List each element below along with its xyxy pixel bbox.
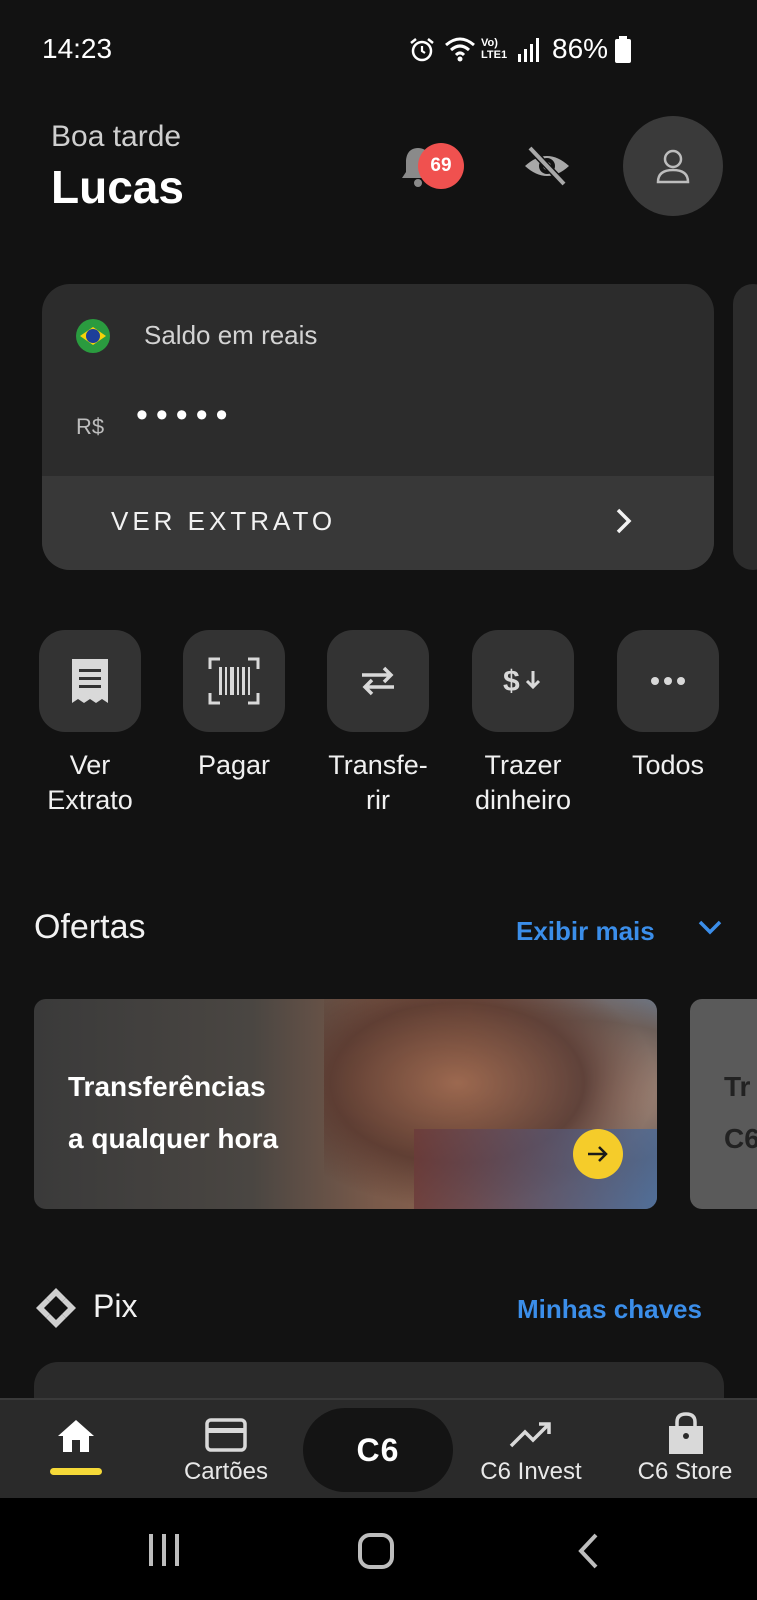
trending-up-icon xyxy=(509,1422,551,1448)
my-keys-link[interactable]: Minhas chaves xyxy=(517,1294,702,1325)
status-bar: 14:23 Vo) LTE1 86% xyxy=(0,0,757,100)
quick-action-bring-money[interactable]: $ Trazer dinheiro xyxy=(472,630,574,815)
balance-label: Saldo em reais xyxy=(144,320,318,350)
nav-cards[interactable]: Cartões xyxy=(170,1400,282,1500)
battery-icon xyxy=(615,36,631,63)
alarm-icon xyxy=(410,38,434,62)
back-icon[interactable] xyxy=(576,1532,600,1570)
shopping-bag-icon xyxy=(669,1412,703,1454)
greeting: Boa tarde xyxy=(51,120,182,153)
show-more-link[interactable]: Exibir mais xyxy=(516,916,655,947)
quick-action-pay-label: Pagar xyxy=(197,750,271,780)
offer-text: Transferências a qualquer hora xyxy=(68,1061,278,1165)
nav-invest-label: C6 Invest xyxy=(480,1458,582,1485)
user-icon xyxy=(656,149,690,184)
view-statement-label: VER EXTRATO xyxy=(111,506,337,536)
recent-apps-icon[interactable] xyxy=(147,1532,181,1568)
transfer-arrows-icon xyxy=(362,666,394,696)
battery-percent: 86% xyxy=(552,33,609,64)
eye-off-icon xyxy=(525,145,569,187)
quick-action-all-label: Todos xyxy=(631,750,705,780)
more-dots-icon xyxy=(651,677,685,685)
offers-title: Ofertas xyxy=(34,908,146,946)
offer-card-transfers[interactable]: Transferências a qualquer hora xyxy=(34,999,657,1209)
quick-action-transfer[interactable]: Transfe- rir xyxy=(327,630,429,815)
signal-icon xyxy=(518,38,539,62)
dollar-in-icon: $ xyxy=(503,665,541,698)
balance-card: Saldo em reais R$ ••••• VER EXTRATO xyxy=(42,284,714,570)
nav-store-label: C6 Store xyxy=(637,1458,733,1485)
nav-invest[interactable]: C6 Invest xyxy=(466,1400,596,1500)
balance-summary: Saldo em reais R$ ••••• xyxy=(42,284,714,476)
chevron-right-icon xyxy=(616,508,632,534)
offer-next-line2: C6 xyxy=(724,1123,757,1154)
pix-title: Pix xyxy=(93,1288,138,1324)
nav-c6-button[interactable]: C6 xyxy=(303,1408,453,1492)
wifi-icon xyxy=(445,37,475,62)
receipt-icon xyxy=(72,659,108,703)
active-tab-indicator xyxy=(50,1468,102,1475)
home-button-icon[interactable] xyxy=(357,1532,395,1570)
quick-action-pay[interactable]: Pagar xyxy=(183,630,285,780)
card-icon xyxy=(205,1418,247,1452)
arrow-right-icon xyxy=(588,1146,608,1162)
offer-card-next[interactable]: Tr C6 xyxy=(690,999,757,1209)
bottom-nav: Cartões C6 C6 Invest C6 Store xyxy=(0,1398,757,1498)
currency-symbol: R$ xyxy=(76,414,105,439)
hide-balance-button[interactable] xyxy=(522,144,572,188)
offer-go-button[interactable] xyxy=(573,1129,623,1179)
quick-action-statement[interactable]: Ver Extrato xyxy=(39,630,141,815)
network-type: Vo) LTE1 xyxy=(481,37,508,61)
quick-action-all[interactable]: Todos xyxy=(617,630,719,780)
system-nav-bar xyxy=(0,1498,757,1600)
svg-text:$: $ xyxy=(503,665,520,698)
nav-store[interactable]: C6 Store xyxy=(620,1400,750,1500)
home-icon xyxy=(58,1420,94,1452)
brazil-flag-icon xyxy=(76,319,110,353)
offer-text-line2: a qualquer hora xyxy=(68,1123,279,1154)
quick-action-transfer-label: Transfe- rir xyxy=(328,750,428,815)
offer-text-line1: Transferências xyxy=(68,1071,266,1102)
masked-balance: ••••• xyxy=(136,396,236,434)
offer-next-line1: Tr xyxy=(724,1071,751,1102)
user-name: Lucas xyxy=(51,161,184,213)
nav-home[interactable] xyxy=(30,1400,122,1500)
quick-action-statement-label: Ver Extrato xyxy=(47,750,133,815)
notification-badge: 69 xyxy=(418,143,464,189)
quick-action-bring-money-label: Trazer dinheiro xyxy=(474,750,572,815)
pix-icon xyxy=(36,1288,76,1328)
next-balance-card[interactable] xyxy=(733,284,757,570)
view-statement-button[interactable]: VER EXTRATO xyxy=(42,476,714,570)
profile-button[interactable] xyxy=(623,116,723,216)
chevron-down-icon[interactable] xyxy=(697,918,723,936)
barcode-icon xyxy=(208,657,260,705)
status-time: 14:23 xyxy=(42,33,113,64)
nav-cards-label: Cartões xyxy=(183,1458,269,1485)
